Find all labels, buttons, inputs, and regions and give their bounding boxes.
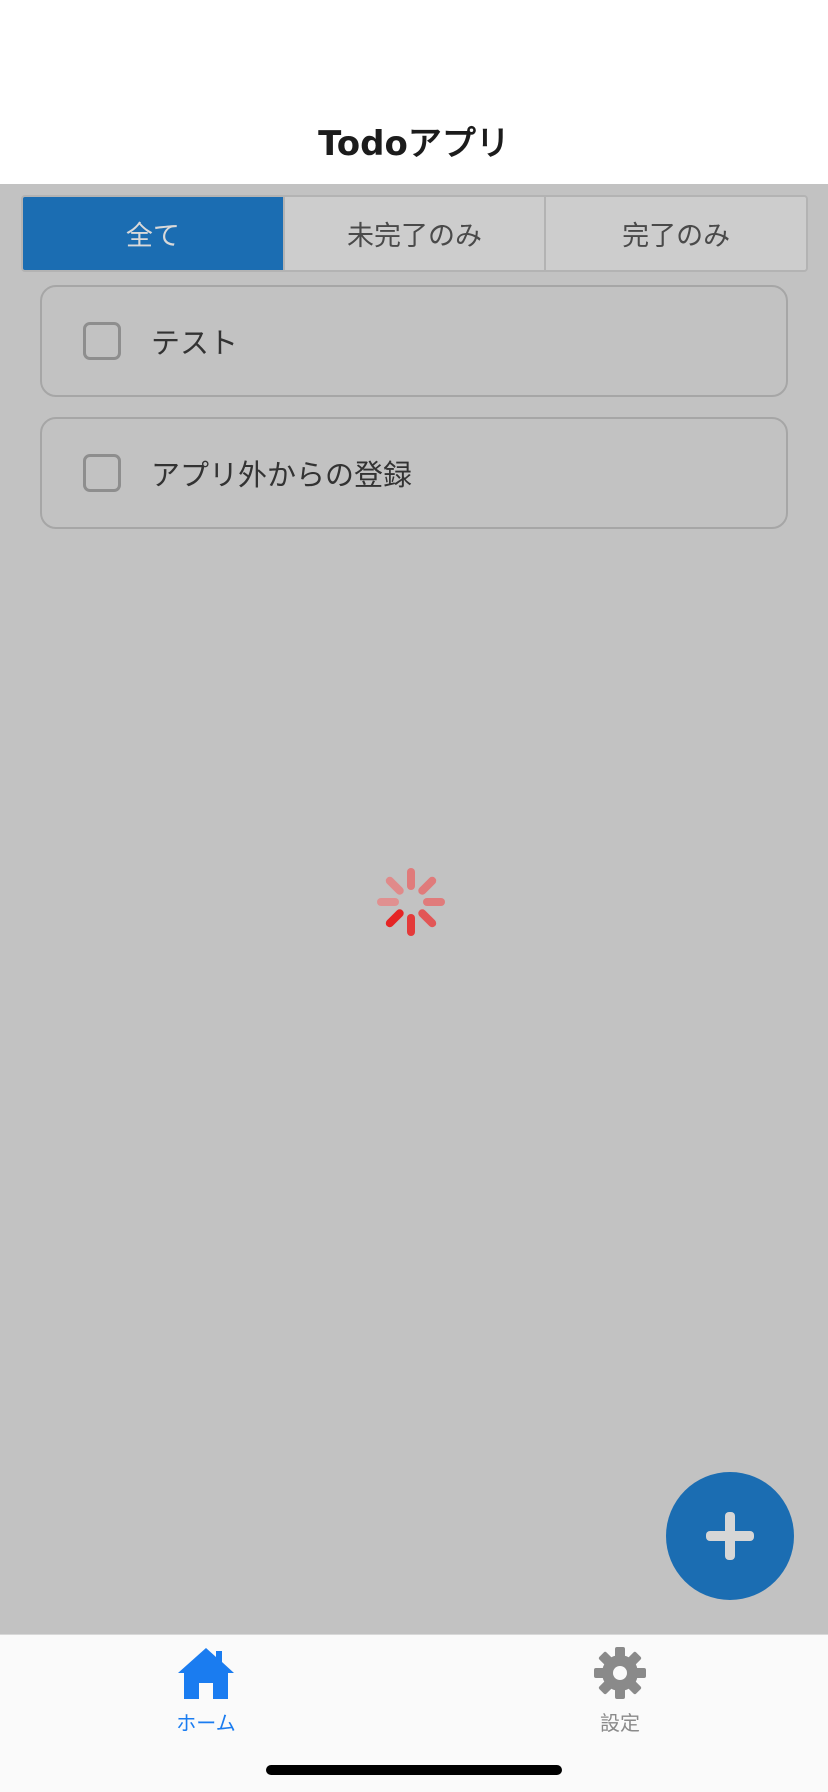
tab-home[interactable]: ホーム xyxy=(146,1645,266,1745)
todo-label: テスト xyxy=(151,326,239,360)
filter-all-tab[interactable]: 全て xyxy=(23,197,285,270)
todo-checkbox[interactable] xyxy=(83,454,121,492)
spinner-icon xyxy=(375,866,447,938)
home-indicator xyxy=(266,1765,562,1775)
main-content: 全て 未完了のみ 完了のみ テスト アプリ外からの登録 xyxy=(0,184,828,1634)
filter-incomplete-tab[interactable]: 未完了のみ xyxy=(284,197,547,270)
todo-label: アプリ外からの登録 xyxy=(151,458,413,492)
tab-settings[interactable]: 設定 xyxy=(560,1645,680,1745)
tab-home-label: ホーム xyxy=(176,1711,236,1735)
filter-completed-tab[interactable]: 完了のみ xyxy=(546,197,806,270)
add-todo-button[interactable] xyxy=(666,1472,794,1600)
todo-item[interactable]: アプリ外からの登録 xyxy=(40,417,788,529)
home-icon xyxy=(178,1648,234,1699)
page-title: Todoアプリ xyxy=(318,124,510,164)
gear-icon xyxy=(594,1647,646,1699)
todo-item[interactable]: テスト xyxy=(40,285,788,397)
plus-icon xyxy=(706,1512,754,1560)
tab-settings-label: 設定 xyxy=(600,1711,640,1735)
filter-segmented-control: 全て 未完了のみ 完了のみ xyxy=(21,195,808,272)
todo-checkbox[interactable] xyxy=(83,322,121,360)
app-header: Todoアプリ xyxy=(0,0,828,184)
